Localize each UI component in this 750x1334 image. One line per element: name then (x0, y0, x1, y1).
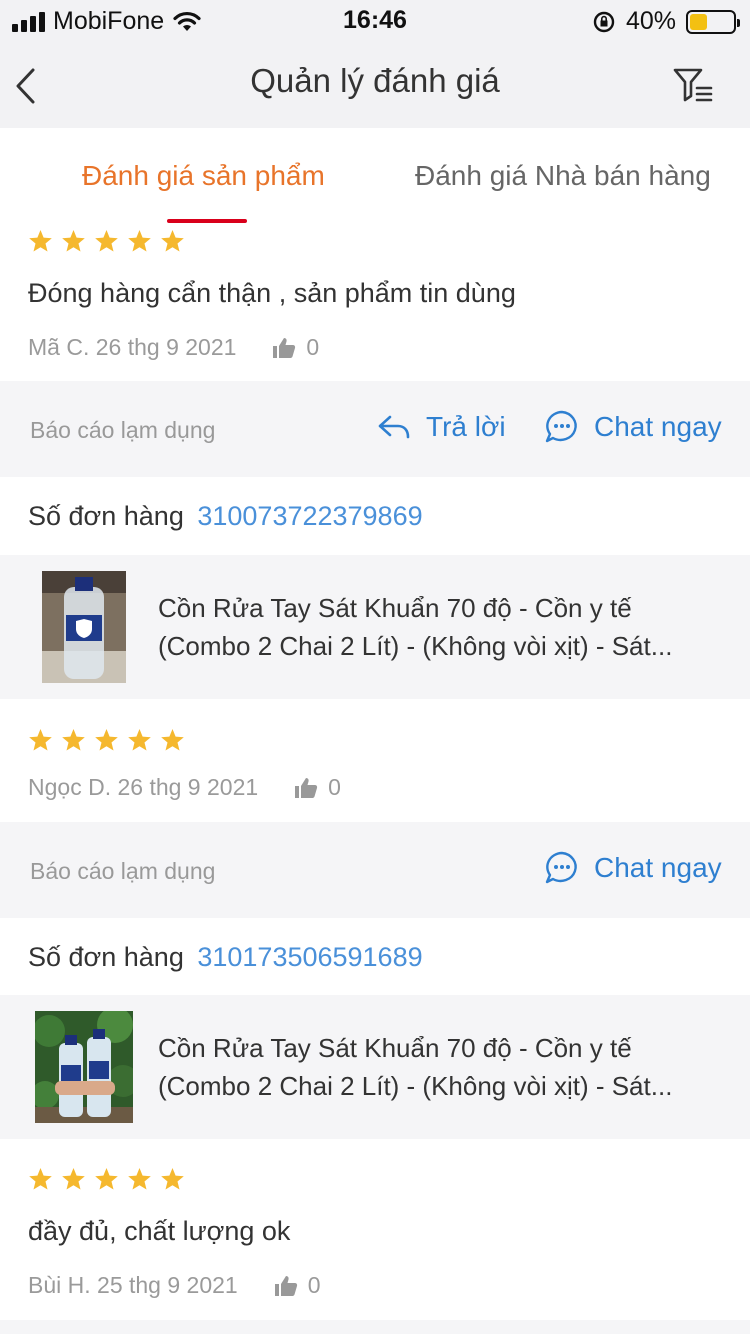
thumbs-up-icon (274, 1275, 297, 1296)
chat-now-label: Chat ngay (594, 411, 722, 442)
like-count: 0 (307, 1272, 321, 1298)
report-abuse-link[interactable]: Báo cáo lạm dụng (30, 858, 215, 885)
like-button[interactable]: 0 (272, 334, 319, 361)
chat-now-label: Chat ngay (594, 852, 722, 883)
tab-seller-reviews[interactable]: Đánh giá Nhà bán hàng (415, 160, 711, 192)
like-count: 0 (328, 774, 341, 800)
review-text: đầy đủ, chất lượng ok (28, 1216, 291, 1246)
product-thumbnail[interactable] (42, 571, 126, 683)
divider (0, 1320, 750, 1334)
review-action-bar: Báo cáo lạm dụng Trả lời Chat ngay (0, 381, 750, 477)
star-icon (29, 729, 52, 751)
reply-label: Trả lời (426, 411, 506, 442)
order-row: Số đơn hàng 310073722379869 (0, 477, 750, 555)
star-icon (29, 1168, 52, 1190)
reply-icon (378, 415, 410, 439)
review-text: Đóng hàng cẩn thận , sản phẩm tin dùng (28, 278, 516, 308)
reply-button[interactable]: Trả lời (376, 409, 506, 445)
product-thumbnail[interactable] (35, 1011, 133, 1123)
thumbs-up-icon (273, 337, 296, 358)
star-icon (62, 1168, 85, 1190)
review-meta: Ngọc D. 26 thg 9 2021 0 (28, 774, 341, 801)
product-name: Cồn Rửa Tay Sát Khuẩn 70 độ - Cồn y tế (… (158, 1033, 673, 1101)
status-bar: MobiFone 16:46 40% (0, 0, 750, 40)
review-author-date: Bùi H. 25 thg 9 2021 (28, 1272, 238, 1298)
battery-icon (686, 9, 740, 34)
tab-product-reviews[interactable]: Đánh giá sản phẩm (82, 160, 325, 192)
report-abuse-link[interactable]: Báo cáo lạm dụng (30, 417, 215, 444)
star-icon (95, 1168, 118, 1190)
star-icon (95, 230, 118, 252)
chat-bubble-icon (545, 410, 577, 443)
review-author-date: Mã C. 26 thg 9 2021 (28, 334, 237, 360)
filter-list-icon[interactable] (672, 66, 714, 104)
star-icon (128, 1168, 151, 1190)
order-label: Số đơn hàng (28, 501, 184, 531)
order-label: Số đơn hàng (28, 942, 184, 972)
active-tab-indicator (167, 219, 247, 223)
rating-stars (28, 229, 185, 254)
star-icon (128, 729, 151, 751)
page-title: Quản lý đánh giá (250, 62, 500, 99)
star-icon (161, 1168, 184, 1190)
star-icon (161, 230, 184, 252)
battery-percent: 40% (625, 7, 676, 35)
star-icon (128, 230, 151, 252)
like-count: 0 (306, 334, 320, 360)
star-icon (161, 729, 184, 751)
order-row: Số đơn hàng 310173506591689 (0, 918, 750, 996)
review-meta: Mã C. 26 thg 9 2021 0 (28, 334, 319, 361)
like-button[interactable]: 0 (274, 1272, 321, 1299)
tab-bar: Đánh giá sản phẩm Đánh giá Nhà bán hàng (0, 128, 750, 228)
star-icon (29, 230, 52, 252)
product-row[interactable]: Cồn Rửa Tay Sát Khuẩn 70 độ - Cồn y tế (… (0, 555, 750, 699)
star-icon (62, 729, 85, 751)
chat-now-button[interactable]: Chat ngay (544, 850, 722, 886)
rotation-lock-icon (593, 11, 615, 32)
star-icon (62, 230, 85, 252)
order-number-link[interactable]: 310073722379869 (197, 501, 422, 531)
product-row[interactable]: Cồn Rửa Tay Sát Khuẩn 70 độ - Cồn y tế (… (0, 995, 750, 1139)
chat-bubble-icon (545, 851, 577, 884)
battery-level (690, 13, 707, 30)
order-number-link[interactable]: 310173506591689 (197, 942, 422, 972)
nav-bar: Quản lý đánh giá (0, 40, 750, 128)
product-name: Cồn Rửa Tay Sát Khuẩn 70 độ - Cồn y tế (… (158, 593, 673, 661)
rating-stars (28, 728, 185, 753)
star-icon (95, 729, 118, 751)
thumbs-up-icon (295, 777, 318, 798)
review-author-date: Ngọc D. 26 thg 9 2021 (28, 774, 259, 800)
like-button[interactable]: 0 (294, 774, 341, 801)
review-meta: Bùi H. 25 thg 9 2021 0 (28, 1272, 321, 1299)
chat-now-button[interactable]: Chat ngay (544, 409, 722, 445)
review-action-bar: Báo cáo lạm dụng Chat ngay (0, 822, 750, 918)
rating-stars (28, 1167, 185, 1192)
